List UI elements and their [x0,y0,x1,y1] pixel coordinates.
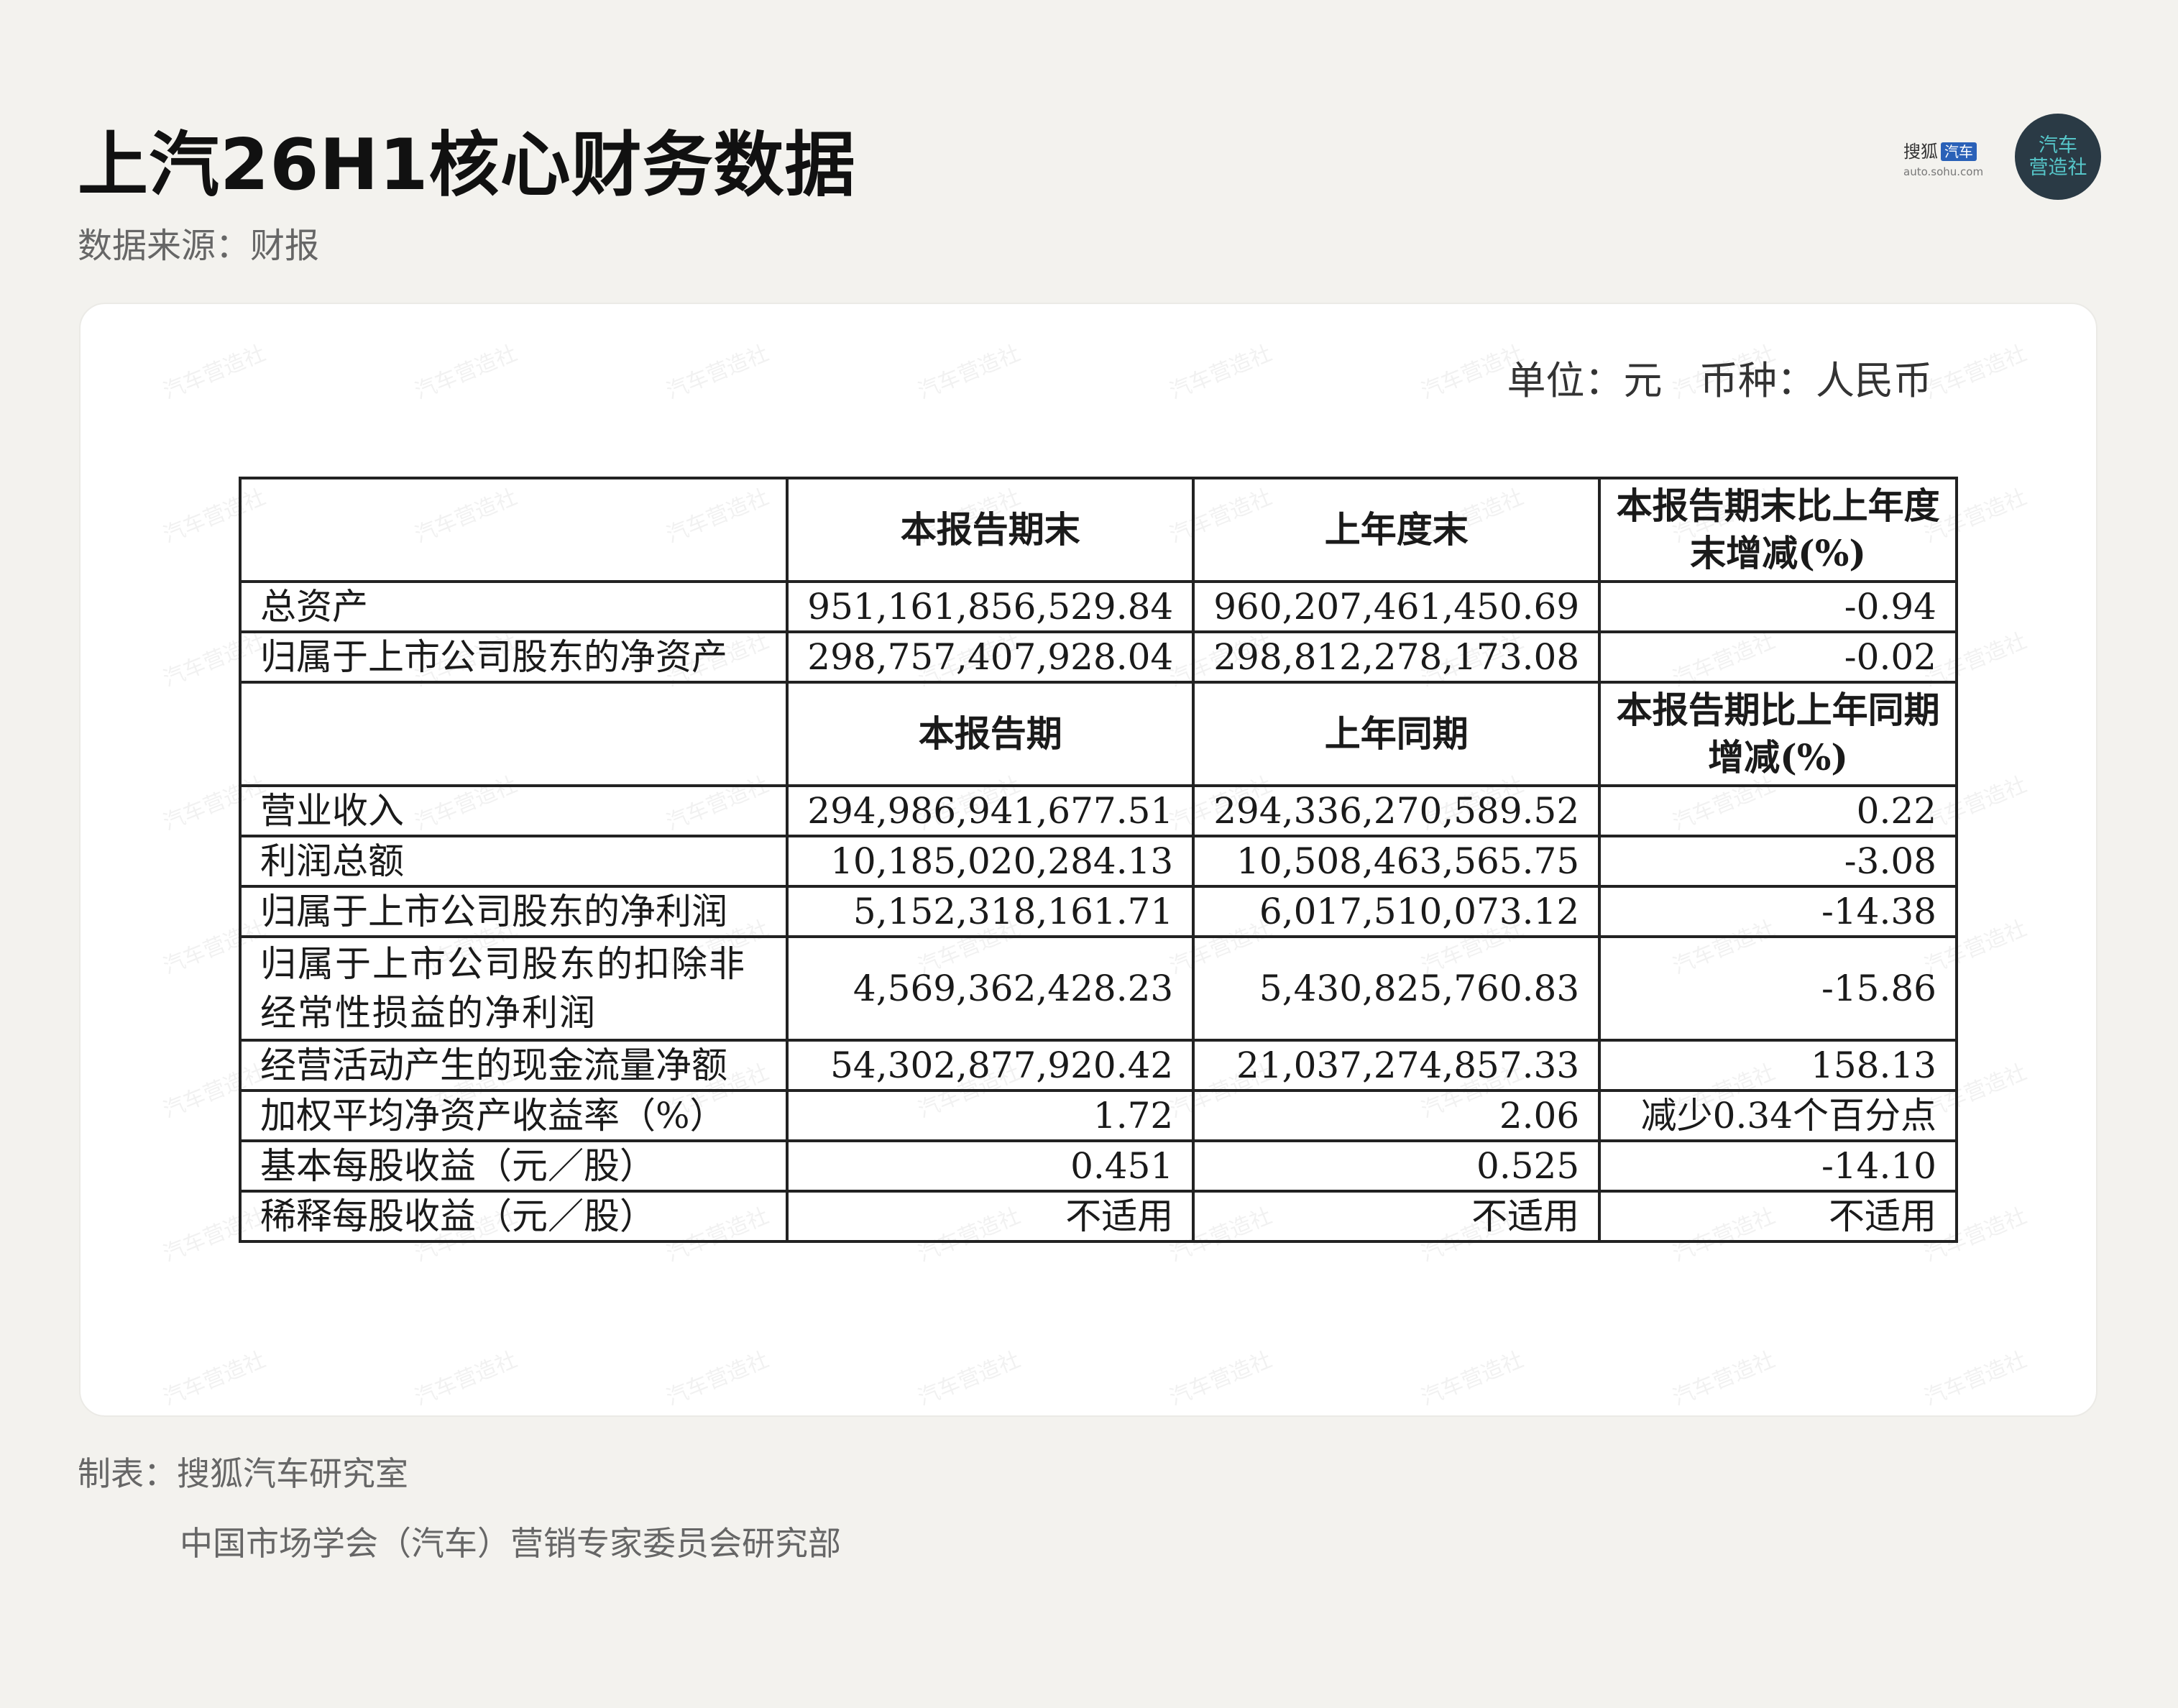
table-row: 经营活动产生的现金流量净额 54,302,877,920.42 21,037,2… [238,1039,1958,1092]
row-label: 归属于上市公司股东的扣除非经常性损益的净利润 [238,935,789,1042]
watermark-text: 汽车营造社 [1669,1346,1779,1411]
data-source: 数据来源：财报 [78,226,320,266]
row-label: 归属于上市公司股东的净资产 [238,630,789,684]
cell-previous: 不适用 [1192,1190,1602,1243]
cell-current: 10,185,020,284.13 [786,835,1195,888]
row-label: 利润总额 [238,835,789,888]
cell-previous: 5,430,825,760.83 [1192,935,1602,1042]
table-credit: 制表：搜狐汽车研究室 [78,1454,408,1493]
watermark-text: 汽车营造社 [914,340,1024,405]
table-header-row: 本报告期 上年同期 本报告期比上年同期增减(%) [238,681,1958,787]
cell-change: -14.10 [1598,1139,1958,1193]
table-row: 归属于上市公司股东的净利润 5,152,318,161.71 6,017,510… [238,885,1958,938]
header-change-vs-year-end: 本报告期末比上年度末增减(%) [1598,477,1958,583]
header-cell-empty [238,477,789,583]
sohu-auto-logo: 搜狐 汽车 auto.sohu.com [1903,141,1991,184]
watermark-text: 汽车营造社 [160,340,270,405]
cell-change: 减少0.34个百分点 [1598,1089,1958,1142]
cell-previous: 2.06 [1192,1089,1602,1142]
table-row: 基本每股收益（元／股） 0.451 0.525 -14.10 [238,1139,1958,1193]
row-label: 总资产 [238,580,789,633]
cell-change: 不适用 [1598,1190,1958,1243]
cell-previous: 0.525 [1192,1139,1602,1193]
cell-current: 0.451 [786,1139,1195,1193]
cell-current: 298,757,407,928.04 [786,630,1195,684]
header-prior-year-end: 上年度末 [1192,477,1602,583]
cell-change: 0.22 [1598,784,1958,837]
cell-current: 1.72 [786,1089,1195,1142]
header-cell-empty [238,681,789,787]
table-card: 汽车营造社 汽车营造社 汽车营造社 汽车营造社 汽车营造社 汽车营造社 汽车营造社 汽车营造社… [79,303,2097,1417]
row-label: 加权平均净资产收益率（%） [238,1089,789,1142]
table-header-row: 本报告期末 上年度末 本报告期末比上年度末增减(%) [238,477,1958,583]
financial-table: 本报告期末 上年度末 本报告期末比上年度末增减(%) 总资产 951,161,8… [238,477,1958,1243]
watermark-text: 汽车营造社 [411,1346,521,1411]
watermark-text: 汽车营造社 [1166,340,1276,405]
cell-current: 5,152,318,161.71 [786,885,1195,938]
row-label: 稀释每股收益（元／股） [238,1190,789,1243]
qiche-yingzaoshe-logo: 汽车 营造社 [2015,114,2101,200]
table-row: 总资产 951,161,856,529.84 960,207,461,450.6… [238,580,1958,633]
cell-current: 951,161,856,529.84 [786,580,1195,633]
table-row: 利润总额 10,185,020,284.13 10,508,463,565.75… [238,835,1958,888]
cell-current: 294,986,941,677.51 [786,784,1195,837]
cell-change: -0.94 [1598,580,1958,633]
watermark-text: 汽车营造社 [663,1346,773,1411]
logo-brand-tag: 汽车 [1941,142,1977,161]
row-label: 基本每股收益（元／股） [238,1139,789,1193]
cell-change: 158.13 [1598,1039,1958,1092]
cell-previous: 21,037,274,857.33 [1192,1039,1602,1092]
header-current-period: 本报告期 [786,681,1195,787]
cell-change: -15.86 [1598,935,1958,1042]
cell-previous: 298,812,278,173.08 [1192,630,1602,684]
table-row: 归属于上市公司股东的净资产 298,757,407,928.04 298,812… [238,630,1958,684]
cell-previous: 10,508,463,565.75 [1192,835,1602,888]
logo-brand-name: 搜狐 [1903,142,1938,162]
unit-currency-note: 单位：元 币种：人民币 [1507,358,1933,403]
row-label: 归属于上市公司股东的净利润 [238,885,789,938]
cell-previous: 294,336,270,589.52 [1192,784,1602,837]
cell-current: 不适用 [786,1190,1195,1243]
watermark-text: 汽车营造社 [1921,1346,2031,1411]
cell-previous: 960,207,461,450.69 [1192,580,1602,633]
watermark-text: 汽车营造社 [1921,340,2031,405]
cell-change: -0.02 [1598,630,1958,684]
row-label: 经营活动产生的现金流量净额 [238,1039,789,1092]
cell-current: 4,569,362,428.23 [786,935,1195,1042]
watermark-text: 汽车营造社 [1417,1346,1527,1411]
logo-circle-line1: 汽车 [2039,134,2077,157]
header-prior-period: 上年同期 [1192,681,1602,787]
table-row: 加权平均净资产收益率（%） 1.72 2.06 减少0.34个百分点 [238,1089,1958,1142]
table-row: 营业收入 294,986,941,677.51 294,336,270,589.… [238,784,1958,837]
cell-change: -3.08 [1598,835,1958,888]
cell-current: 54,302,877,920.42 [786,1039,1195,1092]
row-label: 营业收入 [238,784,789,837]
watermark-text: 汽车营造社 [1166,1346,1276,1411]
header-change-yoy: 本报告期比上年同期增减(%) [1598,681,1958,787]
watermark-text: 汽车营造社 [160,1346,270,1411]
cell-change: -14.38 [1598,885,1958,938]
page-title: 上汽26H1核心财务数据 [78,124,856,206]
watermark-text: 汽车营造社 [663,340,773,405]
cell-previous: 6,017,510,073.12 [1192,885,1602,938]
header-period-end: 本报告期末 [786,477,1195,583]
table-credit-org: 中国市场学会（汽车）营销专家委员会研究部 [180,1524,841,1563]
watermark-text: 汽车营造社 [411,340,521,405]
table-row: 归属于上市公司股东的扣除非经常性损益的净利润 4,569,362,428.23 … [238,935,1958,1042]
logo-url: auto.sohu.com [1903,165,1984,178]
watermark-text: 汽车营造社 [914,1346,1024,1411]
table-row: 稀释每股收益（元／股） 不适用 不适用 不适用 [238,1190,1958,1243]
logo-circle-line2: 营造社 [2028,157,2087,179]
